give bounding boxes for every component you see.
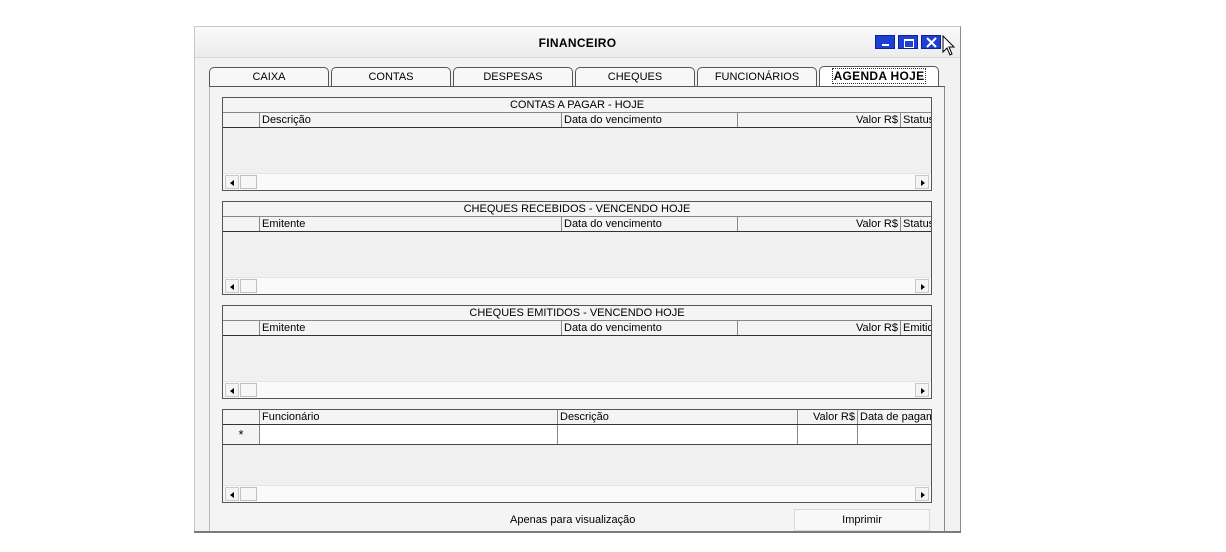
grid-caption: CONTAS A PAGAR - HOJE [223, 98, 931, 113]
column-header[interactable]: Status [900, 113, 931, 127]
arrow-left-icon [230, 492, 234, 498]
horizontal-scrollbar[interactable] [223, 277, 931, 294]
tab-strip: CAIXA CONTAS DESPESAS CHEQUES FUNCIONÁRI… [209, 66, 945, 87]
print-button[interactable]: Imprimir [794, 509, 930, 531]
maximize-button[interactable] [898, 35, 918, 49]
scroll-right-button[interactable] [915, 279, 929, 293]
tab-label: CAIXA [252, 71, 286, 83]
column-header[interactable]: Data do vencimento [561, 321, 737, 335]
column-header[interactable]: Data do vencimento [561, 217, 737, 231]
scroll-thumb[interactable] [240, 175, 257, 189]
tab-label: FUNCIONÁRIOS [714, 71, 800, 83]
new-record-row[interactable]: * [223, 425, 931, 445]
horizontal-scrollbar[interactable] [223, 485, 931, 502]
funcionarios-grid[interactable]: Funcionário Descrição Valor R$ Data de p… [222, 409, 932, 503]
data-pagamento-cell[interactable] [857, 425, 931, 444]
scroll-left-button[interactable] [225, 487, 239, 501]
scroll-left-button[interactable] [225, 383, 239, 397]
scroll-thumb[interactable] [240, 279, 257, 293]
column-header[interactable]: Descrição [259, 113, 561, 127]
scroll-left-button[interactable] [225, 279, 239, 293]
contas-pagar-grid[interactable]: CONTAS A PAGAR - HOJE Descrição Data do … [222, 97, 932, 191]
scroll-right-button[interactable] [915, 487, 929, 501]
close-button[interactable] [921, 35, 941, 49]
arrow-right-icon [921, 492, 925, 498]
tab-agenda-hoje[interactable]: AGENDA HOJE [819, 66, 939, 87]
scroll-right-button[interactable] [915, 175, 929, 189]
column-header[interactable]: Data de pagamento [857, 410, 931, 424]
arrow-right-icon [921, 180, 925, 186]
scroll-left-button[interactable] [225, 175, 239, 189]
arrow-left-icon [230, 180, 234, 186]
tab-cheques[interactable]: CHEQUES [575, 67, 695, 86]
column-header[interactable]: Valor R$ [737, 321, 900, 335]
grid-header: Descrição Data do vencimento Valor R$ St… [223, 113, 931, 128]
tab-label: CONTAS [368, 71, 414, 83]
arrow-left-icon [230, 284, 234, 290]
title-bar[interactable]: FINANCEIRO [195, 27, 960, 58]
column-header[interactable]: Valor R$ [797, 410, 857, 424]
tab-caixa[interactable]: CAIXA [209, 67, 329, 86]
financeiro-window: FINANCEIRO CAIXA CONTAS DESPESAS CHEQUES… [194, 26, 961, 532]
cheques-recebidos-grid[interactable]: CHEQUES RECEBIDOS - VENCENDO HOJE Emiten… [222, 201, 932, 295]
column-header[interactable]: Emitente [259, 217, 561, 231]
funcionario-cell[interactable] [259, 425, 557, 444]
close-icon [926, 37, 937, 48]
grid-header: Emitente Data do vencimento Valor R$ Sta… [223, 217, 931, 232]
grid-header: Funcionário Descrição Valor R$ Data de p… [223, 410, 931, 425]
mouse-cursor-icon [942, 35, 956, 56]
maximize-icon [904, 39, 914, 48]
horizontal-scrollbar[interactable] [223, 381, 931, 398]
column-header[interactable]: Descrição [557, 410, 797, 424]
column-header[interactable]: Emitente [259, 321, 561, 335]
tab-despesas[interactable]: DESPESAS [453, 67, 573, 86]
horizontal-scrollbar[interactable] [223, 173, 931, 190]
valor-cell[interactable] [797, 425, 857, 444]
tab-label: DESPESAS [483, 71, 543, 83]
column-header[interactable]: Status [900, 217, 931, 231]
minimize-icon [882, 44, 889, 46]
window-title: FINANCEIRO [538, 36, 617, 50]
arrow-right-icon [921, 388, 925, 394]
tab-label: AGENDA HOJE [831, 68, 927, 84]
scroll-thumb[interactable] [240, 487, 257, 501]
tab-funcionarios[interactable]: FUNCIONÁRIOS [697, 67, 817, 86]
grid-caption: CHEQUES RECEBIDOS - VENCENDO HOJE [223, 202, 931, 217]
arrow-right-icon [921, 284, 925, 290]
minimize-button[interactable] [875, 35, 895, 49]
window-bottom-border [194, 531, 961, 533]
column-header[interactable]: Valor R$ [737, 113, 900, 127]
arrow-left-icon [230, 388, 234, 394]
grid-header: Emitente Data do vencimento Valor R$ Emi… [223, 321, 931, 336]
cheques-emitidos-grid[interactable]: CHEQUES EMITIDOS - VENCENDO HOJE Emitent… [222, 305, 932, 399]
scroll-thumb[interactable] [240, 383, 257, 397]
grid-caption: CHEQUES EMITIDOS - VENCENDO HOJE [223, 306, 931, 321]
column-header[interactable]: Data do vencimento [561, 113, 737, 127]
new-row-marker: * [223, 425, 259, 444]
column-header[interactable]: Emitido [900, 321, 931, 335]
tab-label: CHEQUES [607, 71, 663, 83]
column-header[interactable]: Funcionário [259, 410, 557, 424]
scroll-right-button[interactable] [915, 383, 929, 397]
tab-contas[interactable]: CONTAS [331, 67, 451, 86]
view-only-label: Apenas para visualização [510, 514, 636, 526]
column-header[interactable]: Valor R$ [737, 217, 900, 231]
descricao-cell[interactable] [557, 425, 797, 444]
